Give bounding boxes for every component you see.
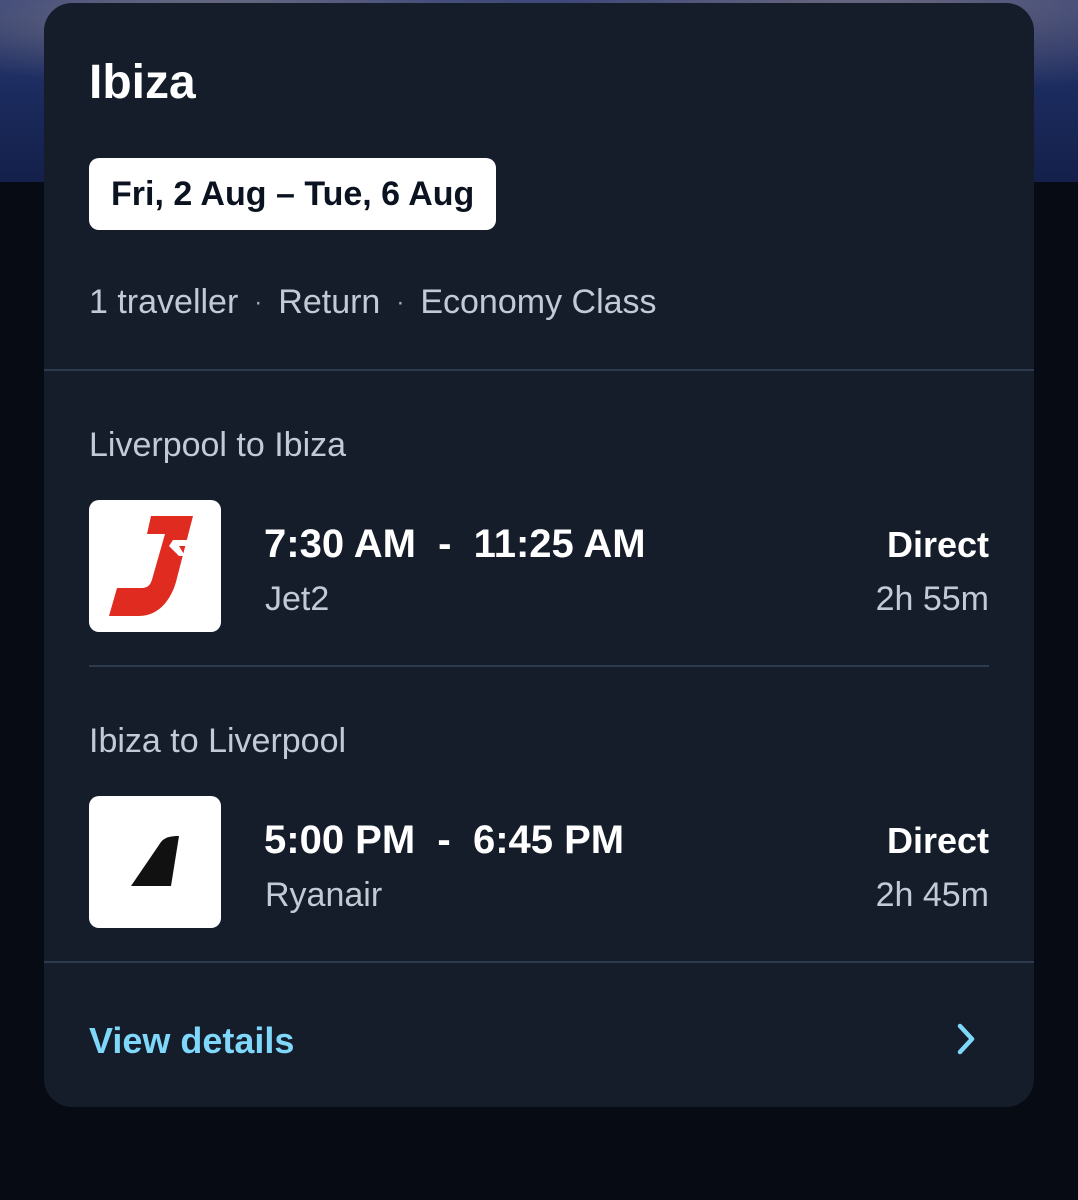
travellers-count: 1 traveller bbox=[89, 283, 239, 321]
airline-name: Jet2 bbox=[265, 580, 330, 618]
cabin-class: Economy Class bbox=[420, 283, 657, 321]
section-divider bbox=[44, 369, 1034, 371]
ryanair-tail-icon bbox=[89, 796, 221, 928]
meta-separator: · bbox=[396, 288, 405, 316]
stops-label: Direct bbox=[886, 524, 989, 565]
trip-meta: 1 traveller · Return · Economy Class bbox=[89, 283, 657, 322]
date-range-badge: Fri, 2 Aug – Tue, 6 Aug bbox=[89, 158, 497, 230]
flight-summary-card: Ibiza Fri, 2 Aug – Tue, 6 Aug 1 travelle… bbox=[44, 3, 1034, 1107]
flight-duration: 2h 55m bbox=[875, 580, 989, 618]
airline-name: Ryanair bbox=[265, 876, 383, 914]
stops-label: Direct bbox=[886, 820, 989, 861]
destination-title: Ibiza bbox=[89, 56, 196, 109]
leg-divider bbox=[89, 665, 989, 667]
section-divider bbox=[44, 961, 1034, 963]
leg-route-label: Ibiza to Liverpool bbox=[89, 722, 347, 760]
trip-type: Return bbox=[278, 283, 381, 321]
jet2-logo-icon bbox=[89, 500, 221, 632]
leg-route-label: Liverpool to Ibiza bbox=[89, 426, 347, 464]
flight-duration: 2h 45m bbox=[875, 876, 989, 914]
meta-separator: · bbox=[254, 288, 263, 316]
chevron-right-icon[interactable] bbox=[950, 1020, 982, 1060]
view-details-link[interactable]: View details bbox=[89, 1020, 294, 1062]
flight-times: 5:00 PM - 6:45 PM bbox=[264, 818, 625, 862]
flight-times: 7:30 AM - 11:25 AM bbox=[264, 522, 646, 566]
